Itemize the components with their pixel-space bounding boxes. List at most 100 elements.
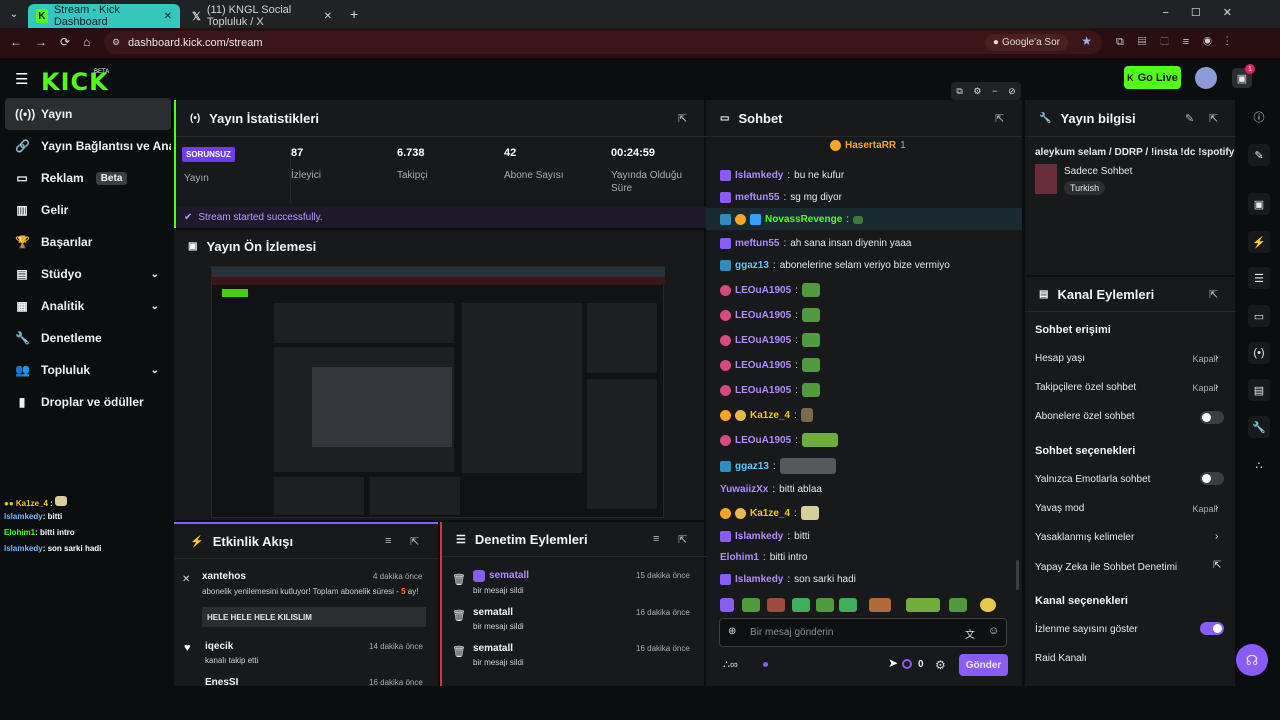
url-field[interactable]: ⚙ dashboard.kick.com/stream ● Google'a So… bbox=[104, 31, 1102, 54]
chat-icon[interactable]: ▭ bbox=[1248, 305, 1270, 327]
sidebar-item-droplar[interactable]: ▮ Droplar ve ödüller bbox=[5, 386, 171, 418]
popout-icon[interactable]: ⇱ bbox=[995, 112, 1004, 125]
chat-message[interactable]: Islamkedy: son sarki hadi bbox=[720, 574, 856, 585]
sidebar-item-yayin[interactable]: ((•)) Yayın bbox=[5, 98, 171, 130]
chat-user[interactable]: LEOuA1905 bbox=[735, 335, 791, 346]
mod-user[interactable]: sematall bbox=[489, 570, 529, 581]
emote-icon[interactable] bbox=[720, 598, 734, 612]
chat-user[interactable]: Islamkedy bbox=[735, 574, 783, 585]
sidebar-item-reklam[interactable]: ▭ Reklam Beta bbox=[5, 162, 171, 194]
ai-moderation-label[interactable]: Yapay Zeka ile Sohbet Denetimi bbox=[1035, 562, 1177, 573]
account-age-label[interactable]: Hesap yaşı bbox=[1035, 353, 1085, 364]
category-name[interactable]: Sadece Sohbet bbox=[1064, 166, 1132, 177]
minimize-icon[interactable]: − bbox=[992, 86, 997, 96]
bookmark-star-icon[interactable]: ★ bbox=[1081, 34, 1092, 48]
sidebar-item-denetleme[interactable]: 🔧 Denetleme bbox=[5, 322, 171, 354]
list-icon[interactable]: ☰ bbox=[1248, 267, 1270, 289]
external-link-icon[interactable]: ⇱ bbox=[1213, 560, 1221, 571]
emote-icon[interactable] bbox=[742, 598, 760, 612]
chat-message[interactable]: Ka1ze_4: bbox=[720, 506, 819, 520]
chat-tools-icon[interactable]: ∴∞ bbox=[723, 658, 738, 671]
activity-user[interactable]: EnesSI bbox=[205, 677, 238, 686]
settings-icon[interactable]: ⚙ bbox=[973, 86, 981, 97]
sidebar-item-analitik[interactable]: ▦ Analitik ⌄ bbox=[5, 290, 171, 322]
tab-x-social[interactable]: 𝕏 (11) KNGL Social Topluluk / X ✕ bbox=[184, 4, 340, 28]
chevron-down-icon[interactable]: ⌄ bbox=[151, 269, 159, 280]
chat-message[interactable]: Elohim1: bitti intro bbox=[720, 552, 807, 563]
filter-icon[interactable]: ≡ bbox=[385, 535, 391, 547]
chat-message[interactable]: NovassRevenge: bbox=[720, 214, 864, 225]
activity-user[interactable]: iqecik bbox=[205, 641, 233, 652]
site-info-icon[interactable]: ⚙ bbox=[112, 37, 120, 48]
popout-icon[interactable]: ⇱ bbox=[1209, 112, 1218, 125]
chat-user[interactable]: Islamkedy bbox=[735, 531, 783, 542]
tab-list-icon[interactable]: ⌄ bbox=[0, 9, 28, 20]
chevron-down-icon[interactable]: ⌄ bbox=[151, 365, 159, 376]
chat-message[interactable]: meftun55: sg mg diyor bbox=[720, 192, 842, 203]
tab-kick-dashboard[interactable]: K Stream - Kick Dashboard ✕ bbox=[28, 4, 180, 28]
chat-user[interactable]: LEOuA1905 bbox=[735, 285, 791, 296]
send-button[interactable]: Gönder bbox=[959, 654, 1008, 676]
chat-message[interactable]: Ka1ze_4: bbox=[720, 408, 813, 422]
close-tab-icon[interactable]: ✕ bbox=[324, 11, 332, 22]
info-icon[interactable]: ⓘ bbox=[1248, 106, 1270, 128]
chevron-right-icon[interactable]: › bbox=[1215, 381, 1218, 392]
mod-user[interactable]: sematall bbox=[473, 607, 513, 618]
layout-toolbar[interactable]: ⧉ ⚙ − ⊘ bbox=[951, 82, 1021, 100]
emote-icon[interactable] bbox=[949, 598, 967, 612]
chat-user[interactable]: meftun55 bbox=[735, 192, 779, 203]
chat-message[interactable]: Islamkedy: bu ne kufur bbox=[720, 170, 844, 181]
emote-icon[interactable] bbox=[792, 598, 810, 612]
filter-icon[interactable]: ≡ bbox=[653, 533, 659, 545]
activity-user[interactable]: xantehos bbox=[202, 571, 246, 582]
chat-input-box[interactable]: ⊕ Bir mesaj gönderin 文 ☺ bbox=[719, 618, 1007, 647]
sidebar-item-stream-key[interactable]: 🔗 Yayın Bağlantısı ve Anahtar bbox=[5, 130, 171, 162]
stream-preview-video[interactable] bbox=[211, 266, 665, 518]
chat-message[interactable]: LEOuA1905: bbox=[720, 383, 820, 397]
emote-icon[interactable] bbox=[906, 598, 940, 612]
emote-icon[interactable] bbox=[767, 598, 785, 612]
chat-message[interactable]: Islamkedy: bitti bbox=[720, 531, 810, 542]
chevron-right-icon[interactable]: › bbox=[1215, 502, 1218, 513]
slow-mode-label[interactable]: Yavaş mod bbox=[1035, 503, 1084, 514]
chat-user[interactable]: NovassRevenge bbox=[765, 214, 842, 225]
nav-buttons[interactable]: ←→⟳⌂ bbox=[10, 35, 103, 49]
window-controls[interactable]: −☐✕ bbox=[1162, 6, 1254, 19]
chat-message[interactable]: ggaz13: abonelerine selam veriyo bize ver… bbox=[720, 260, 950, 271]
chat-message[interactable]: LEOuA1905: bbox=[720, 333, 820, 347]
chevron-down-icon[interactable]: ⌄ bbox=[151, 301, 159, 312]
translate-icon[interactable]: 文 bbox=[965, 626, 975, 641]
popout-icon[interactable]: ⇱ bbox=[1209, 288, 1218, 301]
chat-message[interactable]: LEOuA1905: bbox=[720, 308, 820, 322]
chat-settings-icon[interactable]: ⚙ bbox=[935, 658, 946, 672]
chat-message[interactable]: meftun55: ah sana insan diyenin yaaa bbox=[720, 238, 911, 249]
chat-message[interactable]: LEOuA1905: bbox=[720, 358, 820, 372]
emote-icon[interactable] bbox=[980, 598, 996, 612]
emote-icon[interactable] bbox=[839, 598, 857, 612]
emote-icon[interactable] bbox=[869, 598, 891, 612]
mod-user[interactable]: sematall bbox=[473, 643, 513, 654]
followers-only-label[interactable]: Takipçilere özel sohbet bbox=[1035, 382, 1136, 393]
chat-user[interactable]: Islamkedy bbox=[735, 170, 783, 181]
new-tab-icon[interactable]: + bbox=[350, 6, 358, 22]
popout-icon[interactable]: ⇱ bbox=[678, 533, 687, 546]
emoji-picker-icon[interactable]: ☺ bbox=[988, 625, 999, 637]
chat-user[interactable]: LEOuA1905 bbox=[735, 435, 791, 446]
extension-icons[interactable]: ⧉▤⬚≡◉⋮ bbox=[1116, 36, 1243, 49]
chat-message[interactable]: LEOuA1905: bbox=[720, 283, 820, 297]
preview-icon[interactable]: ▣ bbox=[1248, 193, 1270, 215]
popout-icon[interactable]: ⇱ bbox=[410, 535, 419, 548]
wrench-icon[interactable]: 🔧 bbox=[1248, 416, 1270, 438]
sidebar-item-gelir[interactable]: ▥ Gelir bbox=[5, 194, 171, 226]
chevron-right-icon[interactable]: › bbox=[1215, 531, 1218, 542]
channel-actions-icon[interactable]: ▤ bbox=[1248, 379, 1270, 401]
edit-icon[interactable]: ✎ bbox=[1248, 144, 1270, 166]
chat-user[interactable]: Ka1ze_4 bbox=[750, 410, 790, 421]
pinned-gifter[interactable]: HasertaRR 1 bbox=[830, 140, 906, 151]
chat-user[interactable]: YuwaiizXx bbox=[720, 484, 768, 495]
edit-pencil-icon[interactable]: ✎ bbox=[1185, 112, 1194, 125]
chat-user[interactable]: LEOuA1905 bbox=[735, 360, 791, 371]
apps-icon[interactable]: ∴ bbox=[1248, 454, 1270, 476]
google-ask-chip[interactable]: ● Google'a Sor bbox=[984, 34, 1068, 51]
chat-user[interactable]: LEOuA1905 bbox=[735, 385, 791, 396]
